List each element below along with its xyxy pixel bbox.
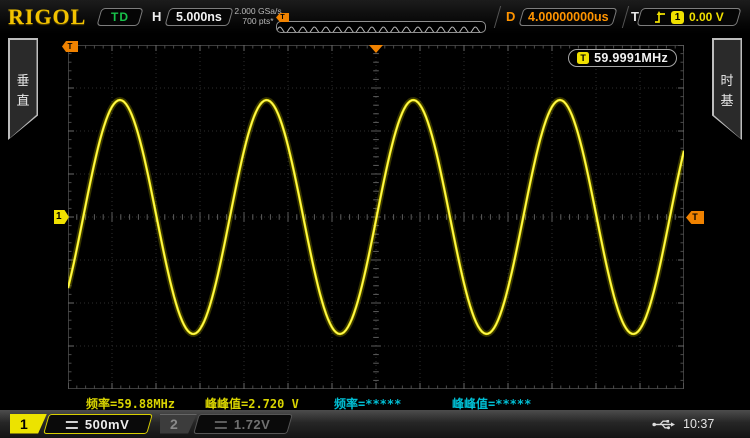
vertical-tab-char: 直	[16, 92, 30, 108]
acquisition-status-badge: TD	[96, 8, 144, 26]
acquisition-status-text: TD	[111, 10, 129, 24]
trigger-level-value: 0.00 V	[689, 10, 724, 24]
memory-waveform-preview	[277, 26, 484, 32]
channel2-scale-box[interactable]: 1.72V	[193, 413, 293, 434]
channel2-scale-value: 1.72V	[234, 416, 271, 431]
timebase-tab-char: 基	[720, 92, 734, 108]
memory-position-bar[interactable]	[276, 21, 486, 33]
channel1-badge[interactable]: 1	[10, 413, 47, 434]
delay-label: D	[506, 9, 516, 24]
channel2-badge[interactable]: 2	[160, 413, 197, 434]
channel1-scale-box[interactable]: 500mV	[43, 413, 153, 434]
clock: 10:37	[683, 417, 715, 431]
horizontal-label: H	[152, 9, 162, 24]
channel1-scale-value: 500mV	[85, 416, 130, 431]
dc-coupling-icon	[215, 420, 227, 428]
rising-edge-icon	[655, 11, 666, 23]
header-divider	[621, 6, 630, 28]
rigol-logo: RIGOL	[8, 4, 87, 29]
header-divider	[493, 6, 502, 28]
timebase-value: 5.000ns	[176, 10, 222, 24]
sample-rate-value: 2.000 GSa/s	[234, 6, 282, 16]
trigger-level-marker[interactable]: T	[686, 211, 704, 224]
usb-icon	[652, 420, 675, 430]
counter-value: 59.9991MHz	[594, 51, 668, 65]
tab-vertical-menu[interactable]: 垂 直	[8, 38, 38, 140]
channel-status-bar: 1 500mV 2 1.72V 10:37	[0, 410, 750, 438]
timebase-readout: 5.000ns	[164, 8, 234, 26]
frequency-counter-readout: T 59.9991MHz	[568, 49, 677, 67]
dc-coupling-icon	[66, 420, 78, 428]
counter-source-chip: T	[577, 52, 590, 64]
waveform-display-area[interactable]: T T 59.9991MHz 1 T	[54, 41, 704, 389]
trigger-readout: 1 0.00 V	[636, 8, 742, 26]
channel1-offset-marker[interactable]: 1	[54, 210, 69, 224]
horizontal-reference-icon	[369, 45, 383, 53]
oscilloscope-screen: RIGOL TD H 5.000ns 2.000 GSa/s 700 pts* …	[0, 0, 750, 438]
trigger-source-chip: 1	[671, 10, 685, 24]
channel1-waveform	[68, 97, 684, 337]
trigger-position-offscreen-icon: T	[62, 41, 78, 52]
delay-readout: 4.00000000us	[518, 8, 618, 26]
timebase-tab-char: 时	[720, 72, 734, 88]
vertical-tab-char: 垂	[16, 72, 30, 88]
delay-value: 4.00000000us	[527, 10, 609, 24]
status-bar: RIGOL TD H 5.000ns 2.000 GSa/s 700 pts* …	[0, 0, 750, 34]
tab-timebase-menu[interactable]: 时 基	[712, 38, 742, 140]
